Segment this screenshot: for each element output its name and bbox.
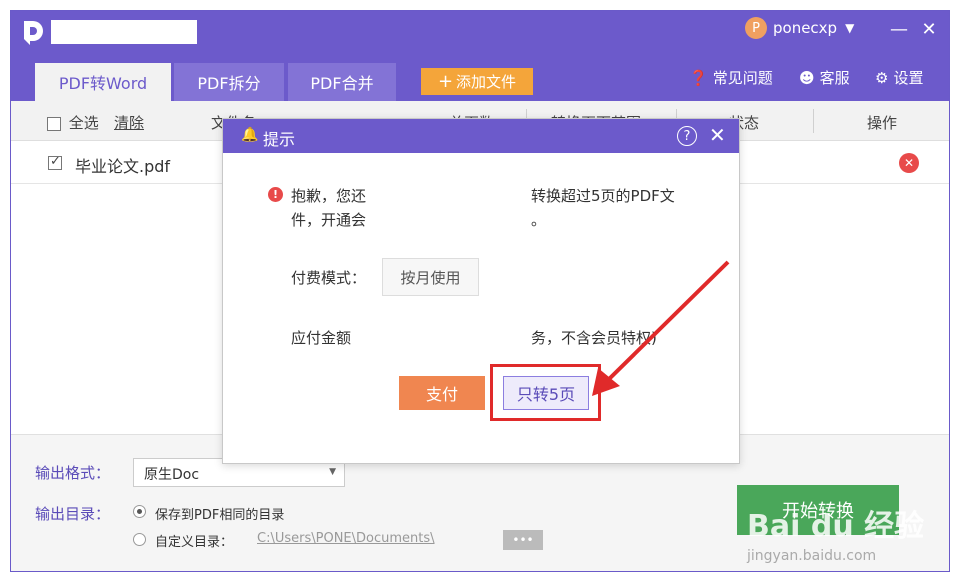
help-icon[interactable]: ? — [677, 126, 697, 146]
delete-icon[interactable]: ✕ — [899, 153, 919, 173]
radio-same-dir[interactable] — [133, 505, 146, 518]
settings-label: 设置 — [893, 69, 924, 87]
title-input-box — [51, 20, 197, 44]
column-divider — [813, 109, 814, 133]
message-line1-part1: 抱歉，您还 — [291, 187, 367, 205]
custom-dir-path[interactable]: C:\Users\PONE\Documents\ — [257, 531, 435, 546]
column-actions: 操作 — [867, 114, 898, 132]
chevron-down-icon: ▼ — [329, 467, 336, 477]
message-line1-part2: 转换超过5页的PDF文 — [531, 187, 675, 205]
service-label: 客服 — [819, 69, 850, 87]
message-line2-part1: 件，开通会 — [291, 211, 367, 229]
add-file-button[interactable]: + 添加文件 — [421, 68, 533, 95]
highlight-box — [490, 364, 601, 421]
select-all-checkbox[interactable]: 全选 — [47, 112, 99, 133]
file-name: 毕业论文.pdf — [75, 157, 171, 176]
title-bar: P ponecxp ▼ — ✕ PDF转Word PDF拆分 PDF合并 + 添… — [11, 11, 949, 101]
checkbox-box — [47, 116, 61, 131]
select-all-label: 全选 — [68, 114, 99, 132]
output-format-value: 原生Doc — [144, 467, 200, 483]
service-link[interactable]: ☻ 客服 — [799, 67, 850, 88]
username: ponecxp — [773, 19, 838, 37]
close-button[interactable]: ✕ — [919, 19, 939, 40]
add-file-label: 添加文件 — [456, 73, 517, 91]
bell-icon: 🔔 — [241, 127, 259, 143]
tab-pdf-merge[interactable]: PDF合并 — [288, 63, 396, 101]
tab-pdf-split[interactable]: PDF拆分 — [174, 63, 284, 101]
pay-button[interactable]: 支付 — [399, 376, 485, 410]
faq-label: 常见问题 — [712, 69, 773, 87]
output-format-label: 输出格式： — [35, 464, 111, 482]
watermark-url: jingyan.baidu.com — [747, 548, 877, 564]
prompt-dialog: 🔔 提示 ? ✕ ! 抱歉，您还 转换超过5页的PDF文 件，开通会 。 付费模… — [222, 118, 740, 464]
pay-mode-select[interactable]: 按月使用 — [382, 258, 479, 296]
dialog-title: 提示 — [263, 130, 296, 149]
plus-icon: + — [437, 71, 454, 92]
browse-button[interactable]: ••• — [503, 530, 543, 550]
dialog-header: 🔔 提示 ? ✕ — [223, 119, 739, 153]
watermark-logo: Bai du 经验 — [747, 509, 925, 544]
same-dir-label: 保存到PDF相同的目录 — [155, 508, 285, 523]
gear-icon: ⚙ — [875, 68, 889, 87]
output-dir-label: 输出目录： — [35, 505, 111, 523]
amount-label: 应付金额 — [291, 329, 352, 347]
minimize-button[interactable]: — — [889, 19, 909, 40]
custom-dir-label: 自定义目录： — [155, 535, 234, 550]
question-icon: ❓ — [689, 68, 708, 87]
settings-link[interactable]: ⚙ 设置 — [875, 67, 923, 88]
faq-link[interactable]: ❓ 常见问题 — [689, 67, 773, 88]
smile-icon: ☻ — [799, 68, 815, 87]
row-checkbox[interactable] — [48, 154, 62, 170]
radio-custom-dir[interactable] — [133, 533, 146, 546]
clear-link[interactable]: 清除 — [114, 112, 144, 133]
user-menu[interactable]: P ponecxp ▼ — [745, 17, 854, 39]
chevron-down-icon: ▼ — [845, 21, 855, 35]
error-icon: ! — [268, 187, 283, 202]
amount-note: 务，不含会员特权) — [531, 329, 657, 347]
app-logo-icon — [24, 21, 43, 45]
pay-mode-label: 付费模式： — [291, 269, 367, 287]
message-line2-part2: 。 — [531, 211, 547, 229]
avatar: P — [745, 17, 767, 39]
dialog-close-button[interactable]: ✕ — [709, 123, 726, 147]
tab-pdf-to-word[interactable]: PDF转Word — [35, 63, 171, 101]
